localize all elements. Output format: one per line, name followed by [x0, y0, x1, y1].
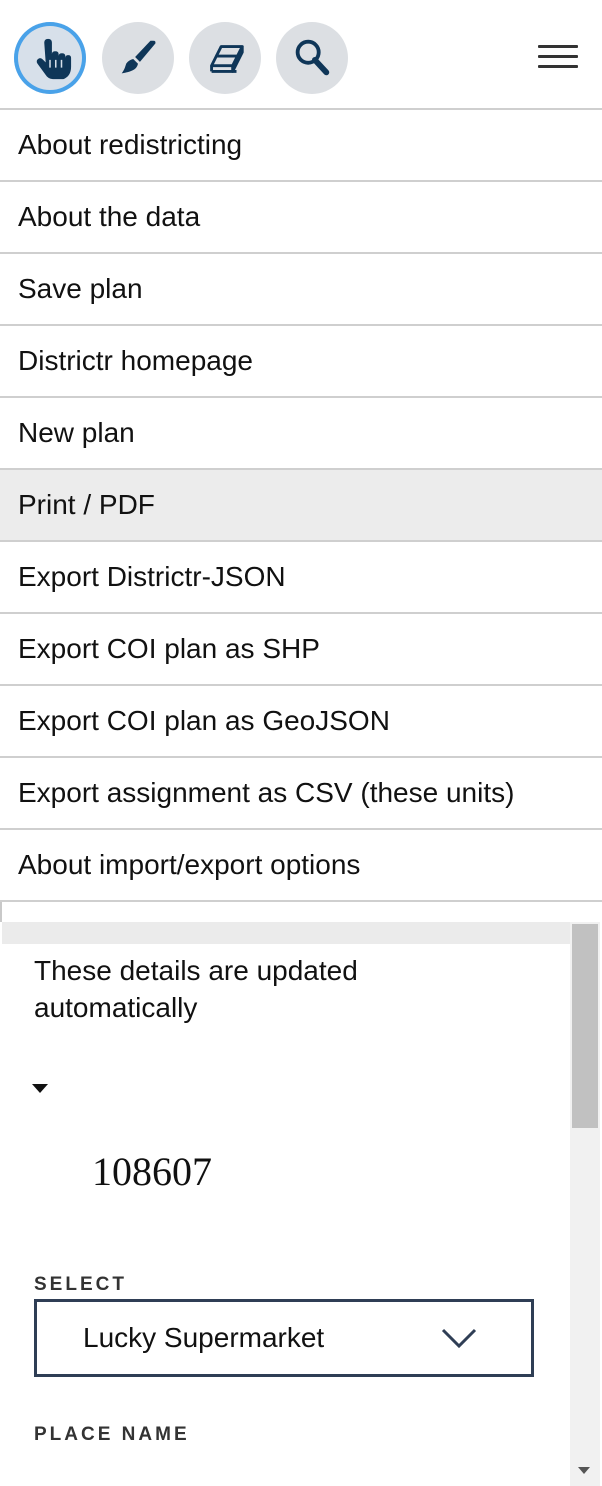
- magnifier-icon: [295, 39, 330, 76]
- main-menu: About redistricting About the data Save …: [0, 108, 602, 902]
- menu-item-print-pdf[interactable]: Print / PDF: [0, 468, 602, 540]
- auto-update-note: These details are updated automatically: [34, 955, 358, 1023]
- hamburger-menu-icon[interactable]: [538, 45, 578, 71]
- menu-item-homepage[interactable]: Districtr homepage: [0, 324, 602, 396]
- scrollbar-thumb[interactable]: [572, 924, 598, 1128]
- menu-item-import-export-options[interactable]: About import/export options: [0, 828, 602, 902]
- inspect-tool-button[interactable]: [276, 22, 348, 94]
- place-name-label: PLACE NAME: [34, 1424, 190, 1445]
- eraser-icon: [210, 45, 244, 73]
- details-panel: These details are updated automatically …: [0, 922, 602, 1486]
- menu-item-export-shp[interactable]: Export COI plan as SHP: [0, 612, 602, 684]
- hand-pointer-icon: [36, 38, 72, 80]
- paintbrush-icon: [121, 40, 156, 74]
- menu-item-export-csv[interactable]: Export assignment as CSV (these units): [0, 756, 602, 828]
- select-value: Lucky Supermarket: [83, 1322, 325, 1353]
- menu-item-new-plan[interactable]: New plan: [0, 396, 602, 468]
- toolbar: [0, 0, 602, 108]
- disclosure-triangle-icon[interactable]: [32, 1084, 48, 1093]
- place-select[interactable]: Lucky Supermarket: [34, 1299, 534, 1377]
- eraser-tool-button[interactable]: [189, 22, 261, 94]
- scroll-down-arrow-icon[interactable]: [578, 1467, 590, 1474]
- menu-item-about-data[interactable]: About the data: [0, 180, 602, 252]
- brush-tool-button[interactable]: [102, 22, 174, 94]
- menu-item-export-geojson[interactable]: Export COI plan as GeoJSON: [0, 684, 602, 756]
- select-label: SELECT: [34, 1274, 127, 1295]
- chevron-down-icon: [441, 1328, 477, 1349]
- menu-item-save-plan[interactable]: Save plan: [0, 252, 602, 324]
- menu-item-about-redistricting[interactable]: About redistricting: [0, 108, 602, 180]
- pan-tool-button[interactable]: [14, 22, 86, 94]
- population-number: 108607: [92, 1149, 212, 1194]
- menu-item-export-json[interactable]: Export Districtr-JSON: [0, 540, 602, 612]
- panel-divider: [2, 922, 570, 944]
